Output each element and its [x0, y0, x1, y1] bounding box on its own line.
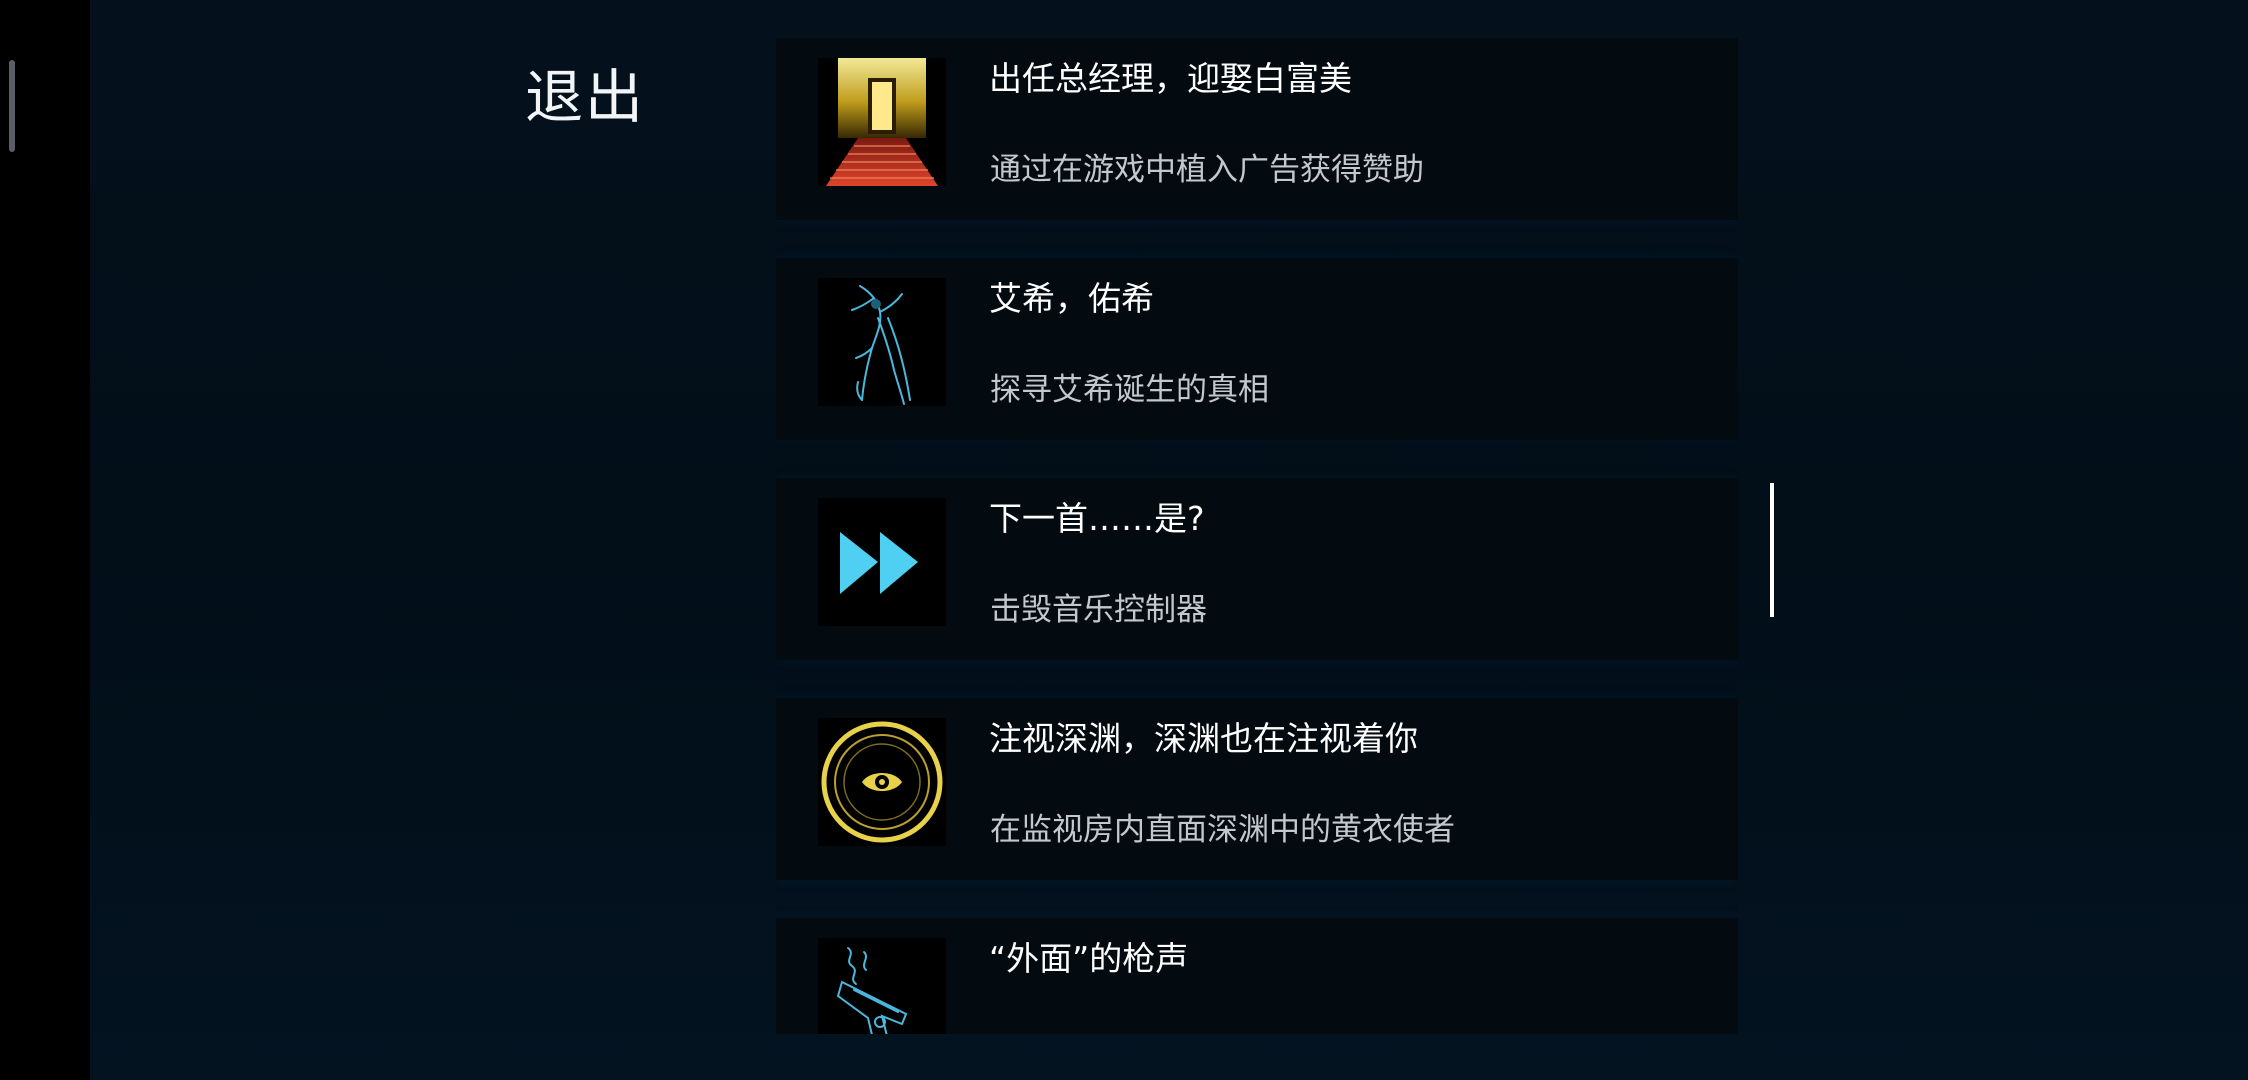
achievement-card[interactable]: 艾希，佑希 探寻艾希诞生的真相: [776, 258, 1738, 440]
smoking-gun-icon: [818, 938, 946, 1034]
eye-circle-icon: [818, 718, 946, 846]
game-screen: 退出 出任总经理，迎娶白富美 通过在游戏中植入广告获得赞助 艾希，佑希 探寻艾希…: [0, 0, 2248, 1080]
achievement-title: 艾希，佑希: [989, 279, 1154, 318]
achievement-card[interactable]: “外面”的枪声: [776, 918, 1738, 1034]
system-scroll-indicator: [9, 60, 15, 152]
scythe-figure-icon: [818, 278, 946, 406]
exit-button[interactable]: 退出: [525, 50, 645, 134]
fast-forward-icon-graphic: [818, 498, 946, 626]
golden-door-icon-graphic: [818, 58, 946, 186]
golden-door-icon: [818, 58, 946, 186]
achievement-description: 在监视房内直面深渊中的黄衣使者: [990, 812, 1455, 848]
achievement-description: 击毁音乐控制器: [990, 592, 1207, 628]
achievement-title: 注视深渊，深渊也在注视着你: [989, 719, 1418, 758]
scythe-figure-icon-graphic: [818, 278, 946, 406]
list-scrollbar[interactable]: [1770, 483, 1774, 617]
fast-forward-icon: [818, 498, 946, 626]
smoking-gun-icon-graphic: [818, 938, 946, 1034]
achievements-screen: 退出 出任总经理，迎娶白富美 通过在游戏中植入广告获得赞助 艾希，佑希 探寻艾希…: [90, 0, 2248, 1080]
achievement-description: 通过在游戏中植入广告获得赞助: [990, 152, 1424, 188]
screen-bezel: [0, 0, 90, 1080]
achievement-card[interactable]: 出任总经理，迎娶白富美 通过在游戏中植入广告获得赞助: [776, 38, 1738, 220]
achievement-card[interactable]: 注视深渊，深渊也在注视着你 在监视房内直面深渊中的黄衣使者: [776, 698, 1738, 880]
achievement-card[interactable]: 下一首……是? 击毁音乐控制器: [776, 478, 1738, 660]
eye-circle-icon-graphic: [818, 718, 946, 846]
achievement-list[interactable]: 出任总经理，迎娶白富美 通过在游戏中植入广告获得赞助 艾希，佑希 探寻艾希诞生的…: [776, 38, 1738, 1034]
achievement-title: 出任总经理，迎娶白富美: [989, 59, 1352, 98]
achievement-title: “外面”的枪声: [989, 939, 1189, 978]
achievement-title: 下一首……是?: [989, 499, 1205, 538]
achievement-description: 探寻艾希诞生的真相: [990, 372, 1269, 408]
